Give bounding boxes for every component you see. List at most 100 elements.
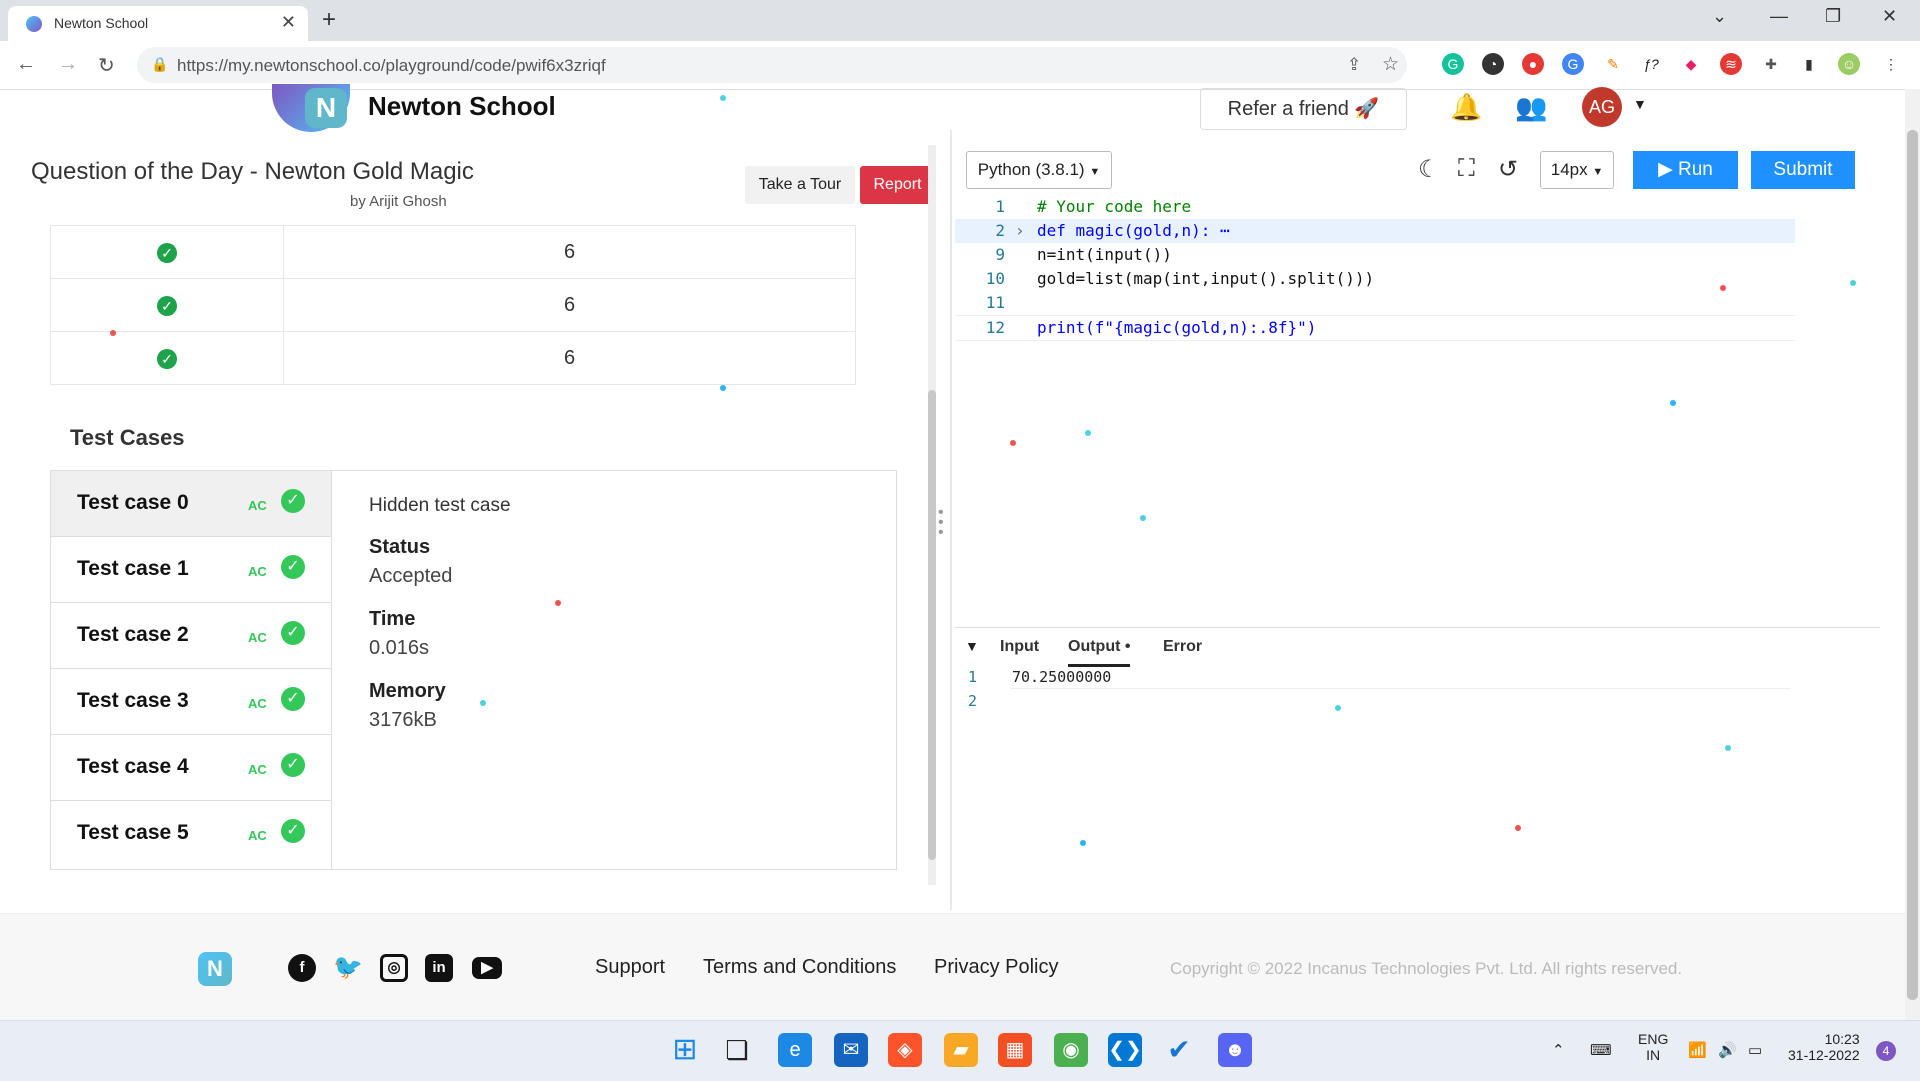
report-button[interactable]: Report (860, 166, 935, 204)
close-window-icon[interactable]: ✕ (1882, 6, 1897, 27)
refer-friend-button[interactable]: Refer a friend 🚀 (1200, 88, 1407, 130)
diamond-extension-icon[interactable]: ◆ (1680, 53, 1702, 75)
back-icon[interactable]: ← (16, 53, 36, 76)
avatar[interactable]: AG (1582, 87, 1622, 127)
reset-code-icon[interactable]: ↺ (1498, 155, 1518, 184)
community-icon[interactable]: 👥 (1515, 92, 1547, 123)
panel-splitter[interactable] (950, 130, 952, 910)
newton-footer-logo-icon[interactable]: N (198, 952, 232, 986)
grammarly-extension-icon[interactable]: G (1442, 53, 1464, 75)
clock[interactable]: 10:23 31-12-2022 (1788, 1031, 1860, 1063)
code-text[interactable]: def magic(gold,n): ⋯ (1037, 219, 1230, 243)
tab-search-icon[interactable]: ⌄ (1712, 6, 1727, 27)
share-icon[interactable]: ⇪ (1347, 55, 1361, 75)
discord-icon[interactable]: ☻ (1218, 1033, 1252, 1067)
logo-text[interactable]: Newton School (368, 91, 556, 122)
terms-link[interactable]: Terms and Conditions (703, 956, 896, 979)
browser-tab[interactable]: Newton School ✕ (8, 6, 308, 41)
adblock-extension-icon[interactable]: ● (1522, 53, 1544, 75)
check-icon: ✓ (157, 295, 177, 316)
tray-overflow-icon[interactable]: ⌃ (1552, 1041, 1565, 1059)
close-tab-icon[interactable]: ✕ (281, 12, 296, 33)
run-button[interactable]: ▶ Run (1633, 151, 1738, 189)
newton-logo-icon[interactable]: N (305, 88, 347, 128)
test-case-0[interactable]: Test case 0 AC ✓ (51, 471, 331, 537)
fullscreen-icon[interactable]: ⛶ (1458, 155, 1475, 183)
code-text[interactable]: print(f"{magic(gold,n):.8f}") (1037, 316, 1316, 340)
mail-icon[interactable]: ✉ (834, 1033, 868, 1067)
fold-chevron-icon[interactable]: › (1015, 219, 1025, 243)
privacy-link[interactable]: Privacy Policy (934, 956, 1058, 979)
translate-extension-icon[interactable]: G (1562, 53, 1584, 75)
url-text[interactable]: https://my.newtonschool.co/playground/co… (177, 56, 606, 76)
bookmark-star-icon[interactable]: ☆ (1382, 53, 1399, 76)
instagram-icon[interactable]: ◎ (380, 954, 408, 982)
code-text[interactable]: # Your code here (1037, 195, 1191, 219)
language-select[interactable]: Python (3.8.1) ▼ (966, 151, 1112, 189)
url-bar[interactable]: 🔒 https://my.newtonschool.co/playground/… (137, 47, 1407, 83)
microsoft-store-icon[interactable]: ▦ (998, 1033, 1032, 1067)
puzzle-extensions-icon[interactable]: ✚ (1760, 53, 1782, 75)
vscode-icon[interactable]: ❮❯ (1108, 1033, 1142, 1067)
youtube-icon[interactable]: ▶ (472, 957, 502, 979)
formula-extension-icon[interactable]: ƒ? (1640, 53, 1662, 75)
font-size-select[interactable]: 14px ▼ (1540, 151, 1614, 189)
keyboard-icon[interactable]: ⌨ (1590, 1041, 1612, 1059)
take-tour-button[interactable]: Take a Tour (745, 166, 855, 204)
minimize-icon[interactable]: — (1770, 6, 1788, 27)
submit-button[interactable]: Submit (1751, 151, 1855, 189)
brave-icon[interactable]: ◈ (888, 1033, 922, 1067)
page-scrollbar-thumb[interactable] (1907, 130, 1918, 1000)
linkedin-icon[interactable]: in (425, 954, 453, 982)
caret-down-icon[interactable]: ▼ (1633, 96, 1647, 112)
left-panel-scrollbar-thumb[interactable] (928, 390, 936, 860)
tab-output[interactable]: Output • (1068, 638, 1131, 667)
language-indicator[interactable]: ENG IN (1638, 1031, 1668, 1063)
facebook-icon[interactable]: f (288, 954, 316, 982)
code-line[interactable]: 11 (955, 291, 1795, 315)
edge-icon[interactable]: e (778, 1033, 812, 1067)
code-line[interactable]: 2 › def magic(gold,n): ⋯ (955, 219, 1795, 243)
test-case-3[interactable]: Test case 3 AC ✓ (51, 669, 331, 735)
chrome-icon[interactable]: ◉ (1054, 1033, 1088, 1067)
color-picker-extension-icon[interactable]: ✎ (1602, 53, 1624, 75)
tab-error[interactable]: Error (1163, 638, 1202, 656)
collapse-chevron-icon[interactable]: ▼ (965, 638, 979, 654)
tab-input[interactable]: Input (1000, 638, 1039, 656)
extension-icon[interactable]: ◔ (1482, 53, 1504, 75)
test-case-1[interactable]: Test case 1 AC ✓ (51, 537, 331, 603)
code-editor[interactable]: 1 # Your code here 2 › def magic(gold,n)… (955, 195, 1795, 625)
todo-icon[interactable]: ✔ (1162, 1033, 1196, 1067)
reload-icon[interactable]: ↻ (98, 53, 115, 78)
support-link[interactable]: Support (595, 956, 665, 979)
battery-icon[interactable]: ▭ (1748, 1041, 1762, 1059)
notification-bell-icon[interactable]: 🔔 (1450, 92, 1482, 123)
code-line[interactable]: 10 gold=list(map(int,input().split())) (955, 267, 1795, 291)
test-case-2[interactable]: Test case 2 AC ✓ (51, 603, 331, 669)
profile-icon[interactable]: ☺ (1838, 53, 1860, 75)
new-tab-icon[interactable]: + (322, 6, 336, 34)
code-line[interactable]: 12 print(f"{magic(gold,n):.8f}") (955, 315, 1795, 341)
code-line[interactable]: 9 n=int(input()) (955, 243, 1795, 267)
forward-icon[interactable]: → (58, 53, 78, 76)
code-text[interactable]: n=int(input()) (1037, 243, 1172, 267)
lock-icon[interactable]: 🔒 (151, 56, 168, 73)
file-explorer-icon[interactable]: ▰ (944, 1033, 978, 1067)
code-text[interactable]: gold=list(map(int,input().split())) (1037, 267, 1374, 291)
dark-mode-icon[interactable]: ☾ (1418, 155, 1440, 184)
twitter-icon[interactable]: 🐦 (333, 954, 363, 982)
windows-start-icon[interactable]: ⊞ (668, 1033, 702, 1067)
results-table: ✓ 6 ✓ 6 ✓ 6 (50, 225, 856, 385)
notification-count-badge[interactable]: 4 (1876, 1041, 1896, 1061)
menu-dots-icon[interactable]: ⋮ (1880, 53, 1902, 75)
task-view-icon[interactable]: ❏ (720, 1033, 754, 1067)
side-panel-icon[interactable]: ▮ (1798, 53, 1820, 75)
wifi-icon[interactable]: 📶 (1688, 1041, 1707, 1059)
test-case-5[interactable]: Test case 5 AC ✓ (51, 801, 331, 866)
test-case-4[interactable]: Test case 4 AC ✓ (51, 735, 331, 801)
restore-icon[interactable]: ❐ (1825, 6, 1841, 27)
red-extension-icon[interactable]: ≋ (1720, 53, 1742, 75)
volume-icon[interactable]: 🔊 (1718, 1041, 1737, 1059)
code-line[interactable]: 1 # Your code here (955, 195, 1795, 219)
drag-handle-icon[interactable]: • • • (938, 505, 944, 541)
